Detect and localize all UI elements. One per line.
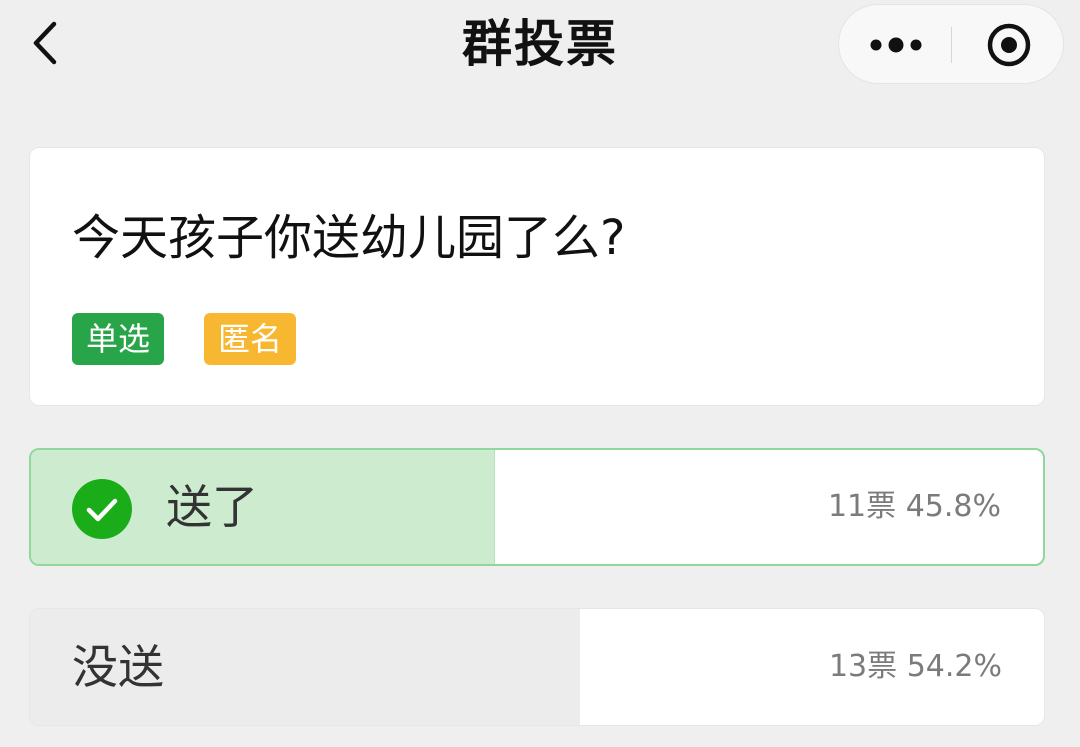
poll-question-card: 今天孩子你送幼儿园了么? 单选 匿名 — [29, 147, 1045, 406]
navigation-bar: 群投票 — [0, 0, 1080, 108]
back-button[interactable] — [22, 18, 72, 68]
vote-count: 13票 — [828, 649, 898, 684]
option-result: 13票 54.2% — [829, 609, 1002, 725]
vote-percent: 54.2% — [906, 649, 1002, 684]
option-result: 11票 45.8% — [828, 450, 1001, 564]
option-label: 没送 — [72, 640, 164, 694]
anonymous-badge: 匿名 — [204, 313, 297, 365]
poll-option-sent[interactable]: 送了 11票 45.8% — [29, 448, 1045, 566]
target-close-icon — [987, 23, 1031, 67]
more-button[interactable] — [839, 5, 951, 83]
option-label: 送了 — [166, 480, 258, 534]
single-choice-badge: 单选 — [72, 313, 165, 365]
chevron-left-icon — [33, 21, 57, 65]
vote-count: 11票 — [827, 489, 897, 524]
vote-percent: 45.8% — [905, 489, 1001, 524]
more-dots-icon — [870, 37, 922, 53]
close-button[interactable] — [952, 5, 1064, 83]
poll-question: 今天孩子你送幼儿园了么? — [72, 210, 626, 266]
mini-program-capsule — [838, 4, 1064, 84]
checkmark-icon — [72, 479, 132, 539]
poll-option-not-sent[interactable]: 没送 13票 54.2% — [29, 608, 1045, 726]
